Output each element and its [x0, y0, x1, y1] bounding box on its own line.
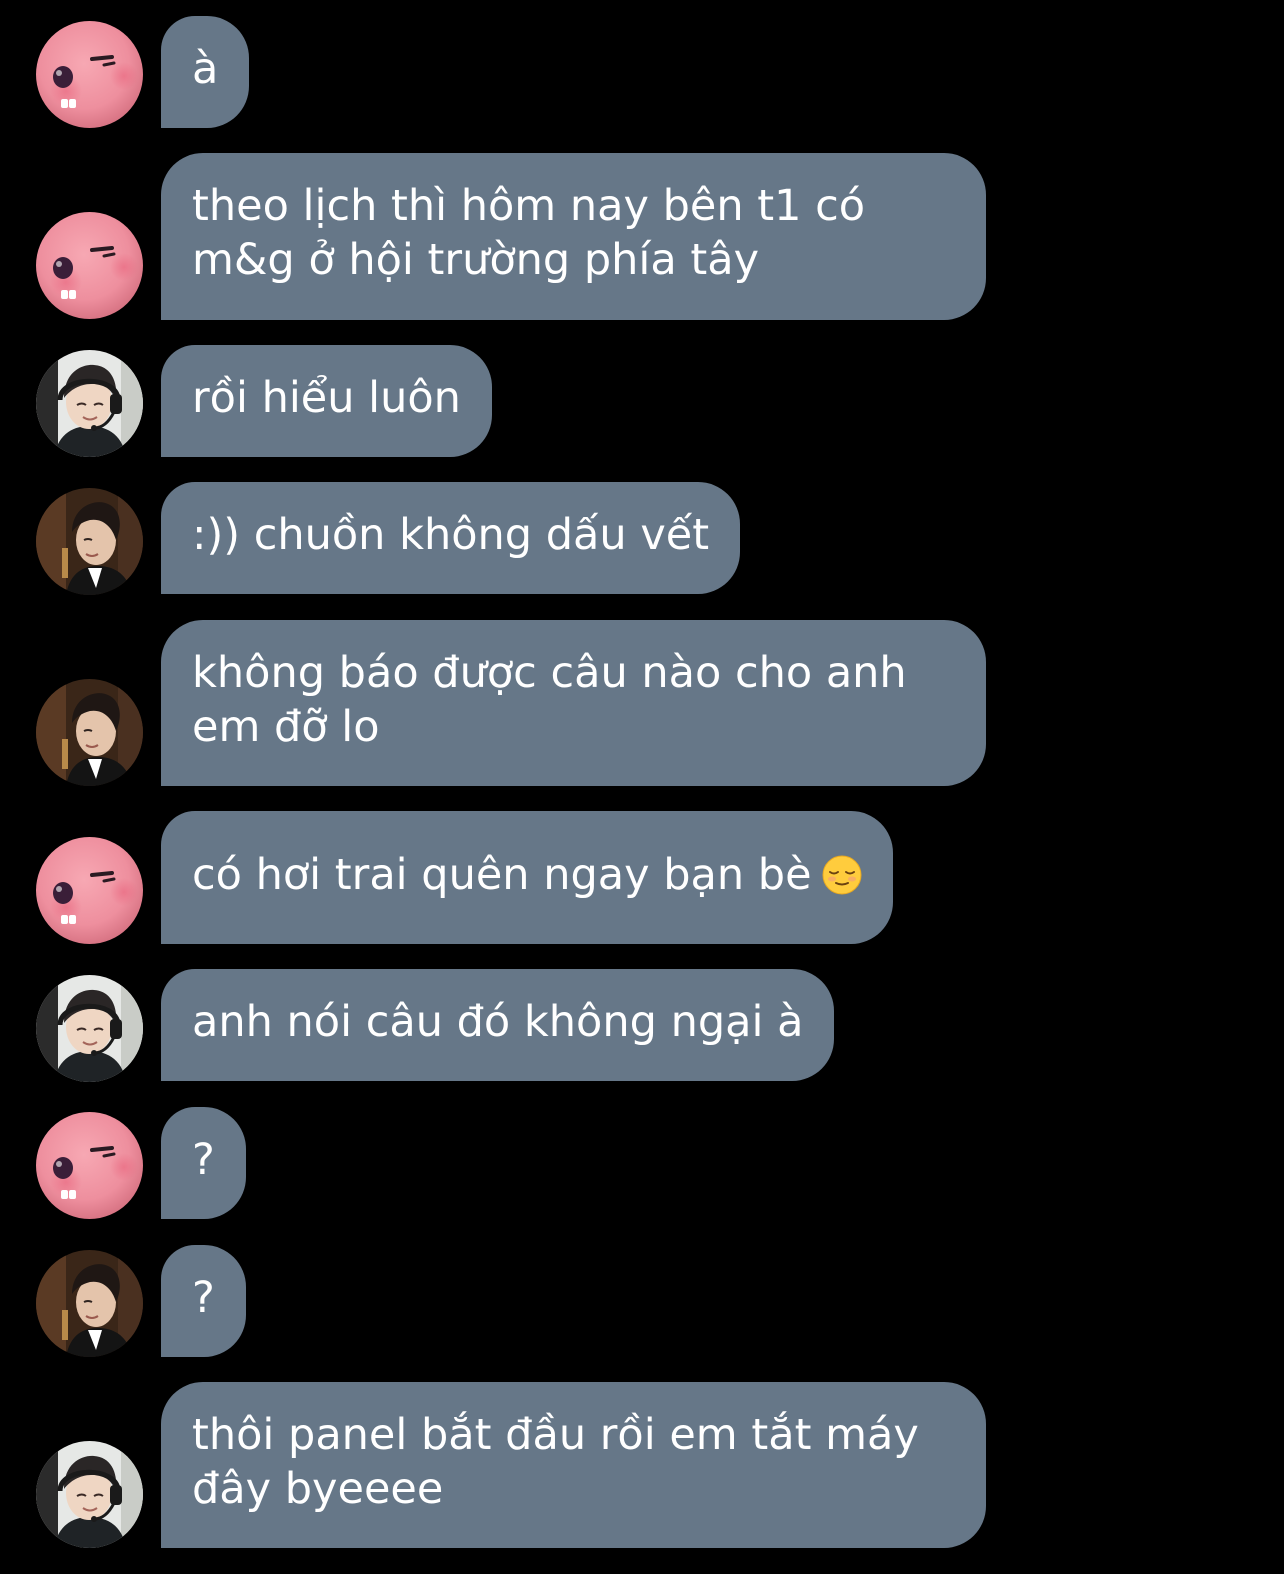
suit-boy-avatar-icon [36, 488, 143, 595]
avatar-pink-creature[interactable] [36, 212, 143, 319]
message-bubble[interactable]: à [161, 16, 250, 128]
avatar-headset-boy[interactable] [36, 1441, 143, 1548]
avatar-headset-boy[interactable] [36, 975, 143, 1082]
headset-boy-avatar-icon [36, 975, 143, 1082]
message-text: rồi hiểu luôn [192, 373, 461, 423]
pink-creature-avatar-icon [36, 1112, 143, 1219]
message-bubble[interactable]: ? [161, 1245, 246, 1357]
avatar-pink-creature[interactable] [36, 21, 143, 128]
message-bubble[interactable]: theo lịch thì hôm nay bên t1 có m&g ở hộ… [161, 153, 986, 320]
avatar-suit-boy[interactable] [36, 1250, 143, 1357]
pink-creature-avatar-icon [36, 837, 143, 944]
message-text: theo lịch thì hôm nay bên t1 có m&g ở hộ… [192, 181, 866, 285]
message-bubble[interactable]: rồi hiểu luôn [161, 345, 492, 457]
pink-creature-avatar-icon [36, 21, 143, 128]
message-text: anh nói câu đó không ngại à [192, 997, 804, 1047]
message-bubble[interactable]: anh nói câu đó không ngại à [161, 969, 835, 1081]
avatar-suit-boy[interactable] [36, 488, 143, 595]
message-text: ? [192, 1273, 215, 1323]
message-text: ? [192, 1135, 215, 1185]
suit-boy-avatar-icon [36, 1250, 143, 1357]
message-bubble[interactable]: không báo được câu nào cho anh em đỡ lo [161, 620, 986, 786]
message-text: có hơi trai quên ngay bạn bè [192, 850, 812, 900]
message-bubble[interactable]: ? [161, 1107, 246, 1219]
suit-boy-avatar-icon [36, 679, 143, 786]
message-bubble[interactable]: :)) chuồn không dấu vết [161, 482, 741, 594]
message-text: à [192, 44, 219, 94]
avatar-headset-boy[interactable] [36, 350, 143, 457]
message-text: :)) chuồn không dấu vết [192, 510, 710, 560]
message-bubble[interactable]: thôi panel bắt đầu rồi em tắt máy đây by… [161, 1382, 986, 1548]
avatar-suit-boy[interactable] [36, 679, 143, 786]
pink-creature-avatar-icon [36, 212, 143, 319]
relieved-face-emoji-icon [822, 855, 862, 895]
message-bubble[interactable]: có hơi trai quên ngay bạn bè [161, 811, 893, 944]
message-text: thôi panel bắt đầu rồi em tắt máy đây by… [192, 1410, 919, 1514]
avatar-pink-creature[interactable] [36, 1112, 143, 1219]
headset-boy-avatar-icon [36, 1441, 143, 1548]
avatar-pink-creature[interactable] [36, 837, 143, 944]
headset-boy-avatar-icon [36, 350, 143, 457]
message-text: không báo được câu nào cho anh em đỡ lo [192, 648, 907, 752]
